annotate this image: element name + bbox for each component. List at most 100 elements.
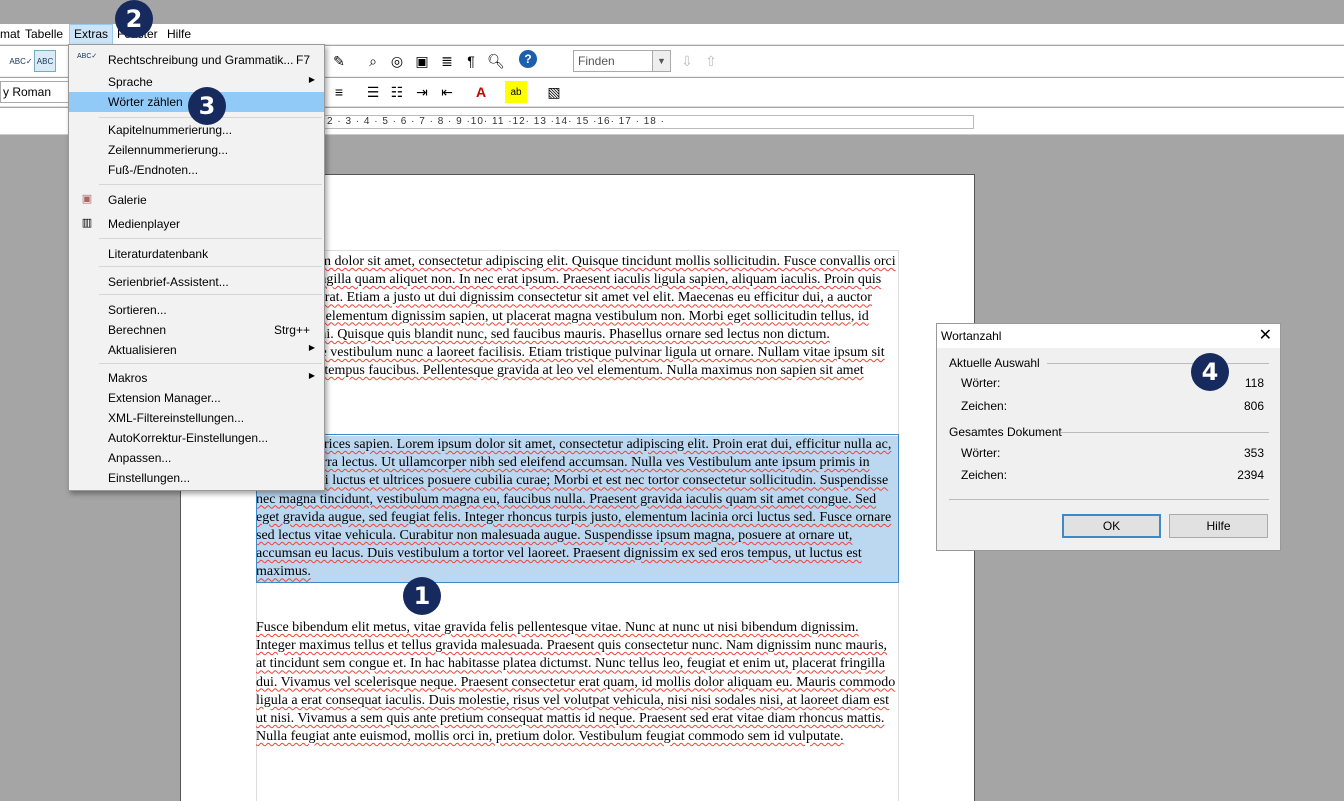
menu-item-spellcheck[interactable]: ABC✓ Rechtschreibung und Grammatik... F7 [69, 50, 324, 70]
menu-item-aktualisieren[interactable]: Aktualisieren ▶ [69, 340, 324, 360]
ruler-scale: 2 · 3 · 4 · 5 · 6 · 7 · 8 · 9 ·10· 11 ·1… [322, 115, 974, 129]
menu-item-label: Einstellungen... [108, 471, 191, 485]
selection-group-label: Aktuelle Auswahl [949, 356, 1040, 370]
document-group-label: Gesamtes Dokument [949, 425, 1062, 439]
menu-item-label: Extension Manager... [108, 391, 221, 405]
menu-item-xml-filter[interactable]: XML-Filtereinstellungen... [69, 408, 324, 428]
menu-item-label: Medienplayer [108, 217, 181, 231]
decrease-indent-icon[interactable]: ⇤ [436, 81, 458, 103]
gallery-icon: ▣ [81, 193, 93, 205]
menu-separator [99, 363, 322, 364]
menu-item-berechnen[interactable]: Berechnen Strg++ [69, 320, 324, 340]
dialog-title: Wortanzahl [941, 329, 1002, 343]
menu-item-label: Makros [108, 371, 148, 385]
callout-badge-1: 1 [403, 577, 441, 615]
document-chars-label: Zeichen: [961, 468, 1008, 482]
menu-item-kapitelnummerierung[interactable]: Kapitelnummerierung... [69, 120, 324, 140]
menu-item-makros[interactable]: Makros ▶ [69, 368, 324, 388]
menu-separator [99, 266, 322, 267]
menu-item-label: AutoKorrektur-Einstellungen... [108, 431, 269, 445]
increase-indent-icon[interactable]: ⇥ [411, 81, 433, 103]
format-paintbrush-icon[interactable]: ✎ [328, 50, 350, 72]
help-icon[interactable]: ? [519, 50, 537, 68]
document-words-label: Wörter: [961, 446, 1001, 460]
group-divider [1047, 363, 1269, 364]
menu-extras[interactable]: Extras [69, 24, 114, 45]
bullets-icon[interactable]: ☷ [386, 81, 408, 103]
menu-item-label: Fuß-/Endnoten... [108, 163, 199, 177]
menu-item-label: Berechnen [108, 323, 167, 337]
font-color-icon[interactable]: A [470, 81, 492, 103]
menu-separator [99, 294, 322, 295]
paragraph-1[interactable]: Lorem ipsum dolor sit amet, consectetur … [256, 253, 898, 380]
menu-tabelle[interactable]: Tabelle [25, 27, 63, 41]
menu-item-einstellungen[interactable]: Einstellungen... [69, 468, 324, 488]
help-button[interactable]: Hilfe [1169, 514, 1268, 538]
selection-chars-value: 806 [1243, 399, 1264, 413]
menu-separator [99, 184, 322, 185]
navigator-icon[interactable]: ◎ [386, 50, 408, 72]
menu-item-shortcut: F7 [295, 53, 310, 67]
media-player-icon: ▥ [81, 217, 93, 229]
menu-item-label: Galerie [108, 193, 147, 207]
menu-item-label: Literaturdatenbank [108, 247, 209, 261]
menu-item-fussnoten[interactable]: Fuß-/Endnoten... [69, 160, 324, 180]
document-words-value: 353 [1243, 446, 1264, 460]
selection-words-value: 118 [1244, 376, 1264, 390]
find-next-icon[interactable]: ⇧ [700, 50, 722, 72]
menu-item-shortcut: Strg++ [273, 323, 310, 337]
menu-item-label: Serienbrief-Assistent... [108, 275, 229, 289]
ok-button[interactable]: OK [1062, 514, 1161, 538]
menu-hilfe[interactable]: Hilfe [167, 27, 191, 41]
menu-item-label: Zeilennummerierung... [108, 143, 229, 157]
selection-chars-label: Zeichen: [961, 399, 1008, 413]
spellcheck-icon: ABC✓ [77, 53, 98, 60]
menu-item-label: Aktualisieren [108, 343, 177, 357]
datasources-icon[interactable]: ≣ [436, 50, 458, 72]
menu-separator [99, 238, 322, 239]
menu-item-label: Anpassen... [108, 451, 172, 465]
menu-format[interactable]: mat [0, 27, 20, 41]
menu-item-sortieren[interactable]: Sortieren... [69, 300, 324, 320]
chevron-right-icon: ▶ [308, 343, 315, 352]
paragraph-2-selected[interactable]: Vivamus ultrices sapien. Lorem ipsum dol… [256, 436, 898, 582]
find-replace-icon[interactable]: ⌕ [362, 50, 384, 72]
numbering-icon[interactable]: ☰ [362, 81, 384, 103]
font-name-box[interactable]: y Roman [0, 81, 70, 103]
spellcheck-icon[interactable]: ABC✓ [9, 50, 32, 72]
menu-bar: mat Tabelle Extras Fenster Hilfe [0, 24, 1344, 45]
menu-item-extension-manager[interactable]: Extension Manager... [69, 388, 324, 408]
find-previous-icon[interactable]: ⇩ [676, 50, 698, 72]
dialog-titlebar[interactable]: Wortanzahl ✕ [937, 324, 1280, 348]
zoom-icon[interactable]: 🔍︎ [485, 50, 507, 72]
selection-words-label: Wörter: [961, 376, 1001, 390]
menu-item-galerie[interactable]: ▣ Galerie [69, 190, 324, 210]
close-icon[interactable]: ✕ [1259, 325, 1272, 345]
background-color-icon[interactable]: ▧ [543, 81, 565, 103]
menu-item-autokorrektur[interactable]: AutoKorrektur-Einstellungen... [69, 428, 324, 448]
word-count-dialog: Wortanzahl ✕ Aktuelle Auswahl Wörter: 11… [936, 323, 1281, 551]
gallery-icon[interactable]: ▣ [411, 50, 433, 72]
formatting-marks-icon[interactable]: ¶ [460, 50, 482, 72]
menu-item-anpassen[interactable]: Anpassen... [69, 448, 324, 468]
chevron-right-icon: ▶ [308, 371, 315, 380]
callout-badge-4: 4 [1191, 353, 1229, 391]
menu-item-label: XML-Filtereinstellungen... [108, 411, 245, 425]
dialog-divider [949, 499, 1269, 500]
justify-icon[interactable]: ≡ [328, 81, 350, 103]
find-input[interactable]: Finden ▼ [573, 50, 671, 72]
chevron-down-icon[interactable]: ▼ [652, 51, 670, 71]
autospellcheck-icon[interactable]: ABC [34, 50, 56, 72]
menu-item-serienbrief[interactable]: Serienbrief-Assistent... [69, 272, 324, 292]
chevron-right-icon: ▶ [308, 75, 315, 84]
menu-item-label: Kapitelnummerierung... [108, 123, 233, 137]
menu-item-zeilennummerierung[interactable]: Zeilennummerierung... [69, 140, 324, 160]
menu-item-label: Rechtschreibung und Grammatik... [108, 53, 294, 67]
group-divider [1061, 432, 1269, 433]
callout-badge-2: 2 [115, 0, 153, 38]
menu-item-medienplayer[interactable]: ▥ Medienplayer [69, 214, 324, 234]
menu-item-literaturdatenbank[interactable]: Literaturdatenbank [69, 244, 324, 264]
paragraph-3[interactable]: Fusce bibendum elit metus, vitae gravida… [256, 619, 898, 746]
highlight-icon[interactable]: ab [505, 81, 527, 103]
callout-badge-3: 3 [188, 87, 226, 125]
